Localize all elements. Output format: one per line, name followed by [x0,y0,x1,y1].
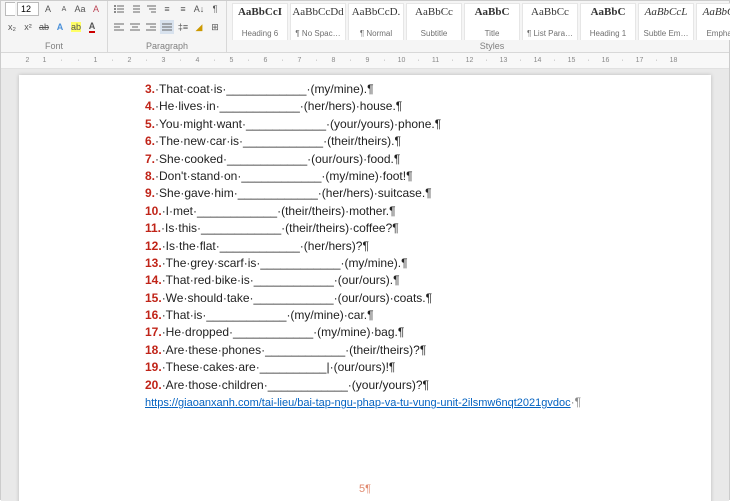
text-line[interactable]: 4.·He·lives·in·____________·(her/hers)·h… [145,98,585,115]
document-body: 3.·That·coat·is·____________·(my/mine).¶… [145,81,585,394]
text-line[interactable]: 14.·That·red·bike·is·____________·(our/o… [145,272,585,289]
style-thumb[interactable]: AaBbCcDd¶ No Spac… [290,3,346,40]
text-line[interactable]: 6.·The·new·car·is·____________·(their/th… [145,133,585,150]
font-group: 12 A A Aa A x₂ x² ab A ab A Font [1,1,108,52]
text-line[interactable]: 11.·Is·this·____________·(their/theirs)·… [145,220,585,237]
text-line[interactable]: 10.·I·met·____________·(their/theirs)·mo… [145,203,585,220]
justify-button[interactable] [160,20,174,34]
grow-font-button[interactable]: A [41,2,55,16]
shading-button[interactable]: ◢ [192,20,206,34]
font-size-combo[interactable]: 12 [17,2,39,16]
highlight-button[interactable]: ab [69,20,83,34]
document-workspace[interactable]: 3.·That·coat·is·____________·(my/mine).¶… [1,69,729,501]
align-center-button[interactable] [128,20,142,34]
font-group-label: Font [5,40,103,52]
style-thumb[interactable]: AaBbCc¶ List Para… [522,3,578,40]
style-thumb[interactable]: AaBbCTitle [464,3,520,40]
text-line[interactable]: 17.·He·dropped·____________·(my/mine)·ba… [145,324,585,341]
font-combo-stub[interactable] [5,2,15,16]
subscript-button[interactable]: x₂ [5,20,19,34]
text-line[interactable]: 13.·The·grey·scarf·is·____________·(my/m… [145,255,585,272]
clear-format-button[interactable]: A [89,2,103,16]
style-thumb[interactable]: AaBbCcLSubtle Em… [638,3,694,40]
paragraph-group: ≡ ≡ A↓ ¶ ‡≡ ◢ ⊞ Paragraph [108,1,227,52]
bullets-button[interactable] [112,2,126,16]
decrease-indent-button[interactable]: ≡ [160,2,174,16]
text-line[interactable]: 5.·You·might·want·____________·(your/you… [145,116,585,133]
font-color-button[interactable]: A [85,20,99,34]
text-line[interactable]: 3.·That·coat·is·____________·(my/mine).¶ [145,81,585,98]
borders-button[interactable]: ⊞ [208,20,222,34]
numbering-button[interactable] [128,2,142,16]
page: 3.·That·coat·is·____________·(my/mine).¶… [19,75,711,501]
align-left-button[interactable] [112,20,126,34]
styles-gallery[interactable]: AaBbCcIHeading 6AaBbCcDd¶ No Spac…AaBbCc… [231,2,730,40]
change-case-button[interactable]: Aa [73,2,87,16]
sort-button[interactable]: A↓ [192,2,206,16]
text-line[interactable]: 20.·Are·those·children·____________·(you… [145,377,585,394]
show-marks-button[interactable]: ¶ [208,2,222,16]
styles-group: AaBbCcIHeading 6AaBbCcDd¶ No Spac…AaBbCc… [227,1,730,52]
increase-indent-button[interactable]: ≡ [176,2,190,16]
style-thumb[interactable]: AaBbCcIHeading 6 [232,3,288,40]
page-number: 5¶ [145,482,585,498]
horizontal-ruler[interactable]: 21··1·2·3·4·5·6·7·8·9·10·11·12·13·14·15·… [1,53,729,69]
text-line[interactable]: 19.·These·cakes·are·__________|·(our/our… [145,359,585,376]
style-thumb[interactable]: AaBbCcLEmphasis [696,3,730,40]
multilevel-button[interactable] [144,2,158,16]
strikethrough-button[interactable]: ab [37,20,51,34]
ribbon: 12 A A Aa A x₂ x² ab A ab A Font ≡ [1,1,729,53]
line-spacing-button[interactable]: ‡≡ [176,20,190,34]
text-line[interactable]: 12.·Is·the·flat·____________·(her/hers)?… [145,238,585,255]
style-thumb[interactable]: AaBbCcD.¶ Normal [348,3,404,40]
text-line[interactable]: 9.·She·gave·him·____________·(her/hers)·… [145,185,585,202]
styles-group-label: Styles [231,40,730,52]
text-line[interactable]: 18.·Are·these·phones·____________·(their… [145,342,585,359]
text-line[interactable]: 8.·Don't·stand·on·____________·(my/mine)… [145,168,585,185]
source-link[interactable]: https://giaoanxanh.com/tai-lieu/bai-tap-… [145,397,571,409]
style-thumb[interactable]: AaBbCHeading 1 [580,3,636,40]
superscript-button[interactable]: x² [21,20,35,34]
shrink-font-button[interactable]: A [57,2,71,16]
hyperlink-line: https://giaoanxanh.com/tai-lieu/bai-tap-… [145,394,585,412]
text-line[interactable]: 16.·That·is·____________·(my/mine)·car.¶ [145,307,585,324]
align-right-button[interactable] [144,20,158,34]
style-thumb[interactable]: AaBbCcSubtitle [406,3,462,40]
text-line[interactable]: 7.·She·cooked·____________·(our/ours)·fo… [145,151,585,168]
text-line[interactable]: 15.·We·should·take·____________·(our/our… [145,290,585,307]
text-effects-button[interactable]: A [53,20,67,34]
paragraph-group-label: Paragraph [112,40,222,52]
